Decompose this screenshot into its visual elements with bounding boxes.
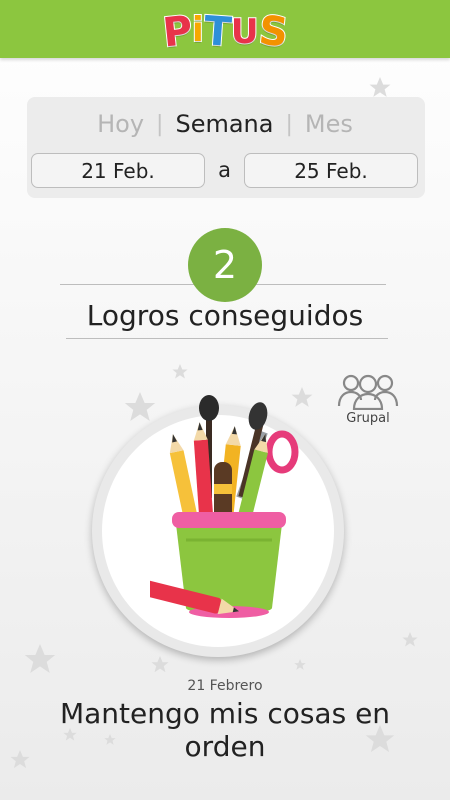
date-to-field[interactable]: 25 Feb. [244,153,418,188]
group-label: Grupal [346,411,390,426]
divider [66,338,388,339]
tab-mes[interactable]: Mes [293,110,365,138]
achievements-count: 2 [188,228,262,302]
pencil-cup-icon [150,395,299,618]
achievement-date: 21 Febrero [187,678,263,694]
pitus-logo: PiTUS [159,7,290,58]
app-header: PiTUS [0,0,450,58]
achievement-title: Mantengo mis cosas en orden [59,697,391,763]
tab-hoy[interactable]: Hoy [85,110,156,138]
date-range-connector: a [218,158,231,182]
tab-separator: | [156,111,164,137]
group-icon [337,374,399,410]
period-tabs: Hoy | Semana | Mes [0,106,450,142]
date-from-field[interactable]: 21 Feb. [31,153,205,188]
tab-separator: | [285,111,293,137]
tab-semana[interactable]: Semana [163,110,285,138]
achievements-label: Logros conseguidos [86,299,364,332]
